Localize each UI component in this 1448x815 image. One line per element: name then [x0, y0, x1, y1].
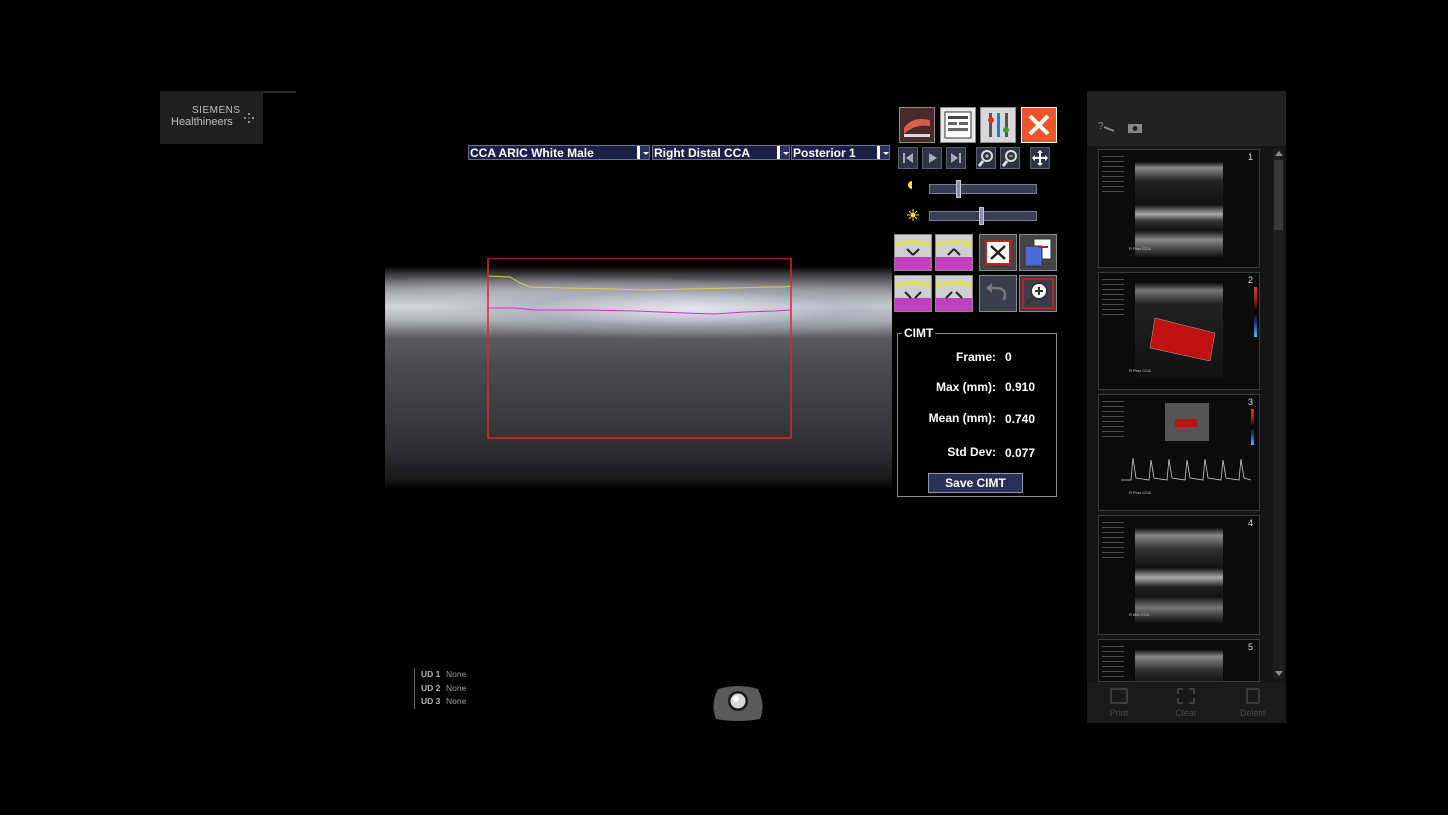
play-icon[interactable] [922, 147, 942, 169]
brightness-icon [907, 209, 919, 221]
trace-adjust-icon[interactable] [894, 234, 932, 271]
ultrasound-overlay [487, 258, 792, 439]
std-dev-value: 0.077 [1005, 446, 1036, 460]
contrast-slider[interactable] [929, 184, 1037, 194]
std-dev-label: Std Dev: [947, 445, 996, 459]
ud-row: UD 2 None [421, 682, 467, 693]
color-scale-bar [1254, 287, 1257, 337]
upper-trace-line[interactable] [487, 275, 792, 291]
roi-box[interactable] [487, 258, 792, 439]
clear-button[interactable]: Clear [1161, 688, 1211, 718]
help-icon[interactable]: ? [1098, 119, 1116, 133]
frame-value: 0 [1005, 350, 1012, 364]
protocol-dropdown-value: CCA ARIC White Male [470, 146, 594, 160]
lower-trace-line[interactable] [488, 307, 792, 315]
svg-text:?: ? [1098, 121, 1104, 132]
vessel-segment-dropdown[interactable]: Right Distal CCA [652, 145, 790, 160]
color-doppler-box [1175, 419, 1197, 427]
thumbnail-number: 1 [1247, 152, 1253, 162]
logo-line1: SIEMENS [192, 105, 241, 116]
pan-icon[interactable] [1030, 147, 1050, 169]
chevron-down-icon[interactable] [877, 146, 889, 159]
brightness-slider-thumb[interactable] [979, 207, 985, 225]
print-button[interactable]: Print [1094, 688, 1144, 718]
trace-adjust-icon[interactable] [894, 275, 932, 312]
zoom-in-icon[interactable] [976, 147, 996, 169]
report-icon[interactable] [940, 107, 976, 143]
zoom-out-icon[interactable] [1000, 147, 1020, 169]
undo-icon[interactable] [979, 275, 1017, 312]
delete-trace-icon[interactable] [979, 234, 1017, 271]
chevron-down-icon[interactable] [777, 146, 789, 159]
trace-adjust-icon[interactable] [935, 275, 973, 312]
vessel-icon[interactable] [899, 107, 935, 143]
scroll-down-icon[interactable] [1275, 671, 1283, 676]
close-icon[interactable] [1021, 107, 1057, 143]
trash-icon [1246, 688, 1260, 704]
delete-button[interactable]: Delete [1228, 688, 1278, 718]
thumbnail-4[interactable]: 4 R Mid CCA [1098, 515, 1260, 635]
last-frame-icon[interactable] [946, 147, 966, 169]
thumbnail-2[interactable]: 2 R Prox CCA [1098, 272, 1260, 390]
print-label: Print [1109, 708, 1129, 718]
protocol-dropdown[interactable]: CCA ARIC White Male [468, 145, 650, 160]
thumbnail-label: R Prox CCA [1129, 368, 1151, 373]
clear-icon [1177, 688, 1195, 704]
header-line [263, 91, 296, 93]
thumbnail-image [1135, 528, 1223, 623]
vessel-segment-dropdown-value: Right Distal CCA [654, 146, 750, 160]
thumbnail-3[interactable]: 3 R Prox CCA [1098, 394, 1260, 511]
printer-icon [1110, 688, 1128, 704]
clear-label: Clear [1175, 708, 1197, 718]
mean-value: 0.740 [1005, 412, 1036, 426]
cimt-title: CIMT [902, 326, 936, 340]
thumbnail-image [1135, 162, 1223, 257]
delete-label: Delete [1239, 708, 1266, 718]
thumbnail-number: 4 [1247, 518, 1253, 528]
color-scale-bar [1251, 409, 1254, 445]
save-cimt-button[interactable]: Save CIMT [928, 473, 1023, 493]
color-doppler-box [1149, 317, 1216, 362]
first-frame-icon[interactable] [898, 147, 918, 169]
thumbnail-5[interactable]: 5 [1098, 639, 1260, 682]
siemens-healthineers-logo: SIEMENS Healthineers [160, 91, 263, 144]
logo-dots-icon [244, 113, 254, 123]
chevron-down-icon[interactable] [637, 146, 649, 159]
thumbnail-number: 5 [1247, 642, 1253, 652]
max-label: Max (mm): [935, 380, 996, 394]
frame-label: Frame: [955, 350, 996, 364]
thumbnail-label: R Prox CCA [1129, 490, 1151, 495]
zoom-region-icon[interactable] [1019, 275, 1057, 312]
gallery-scroll-thumb[interactable] [1274, 160, 1283, 230]
thumbnail-number: 2 [1247, 275, 1253, 285]
thumbnail-image [1135, 650, 1223, 681]
spectral-doppler-waveform [1121, 457, 1251, 481]
gallery-header [1087, 91, 1286, 146]
mean-label: Mean (mm): [928, 411, 996, 425]
thumbnail-label: R Mid CCA [1129, 612, 1150, 617]
ud-row: UD 1 None [421, 669, 467, 679]
ud-row: UD 3 None [421, 696, 467, 706]
contrast-slider-thumb[interactable] [955, 180, 961, 198]
trackball-icon [713, 686, 763, 721]
wall-dropdown[interactable]: Posterior 1 [791, 145, 890, 160]
tools-icon[interactable] [980, 107, 1016, 143]
logo-line2: Healthineers [171, 116, 233, 128]
ud-legend: UD 1 None UD 2 None UD 3 None [414, 668, 466, 709]
camera-icon[interactable] [1128, 122, 1144, 134]
contrast-icon [908, 181, 912, 189]
max-value: 0.910 [1005, 380, 1036, 394]
copy-icon[interactable] [1019, 234, 1057, 271]
thumbnail-number: 3 [1247, 397, 1253, 407]
thumbnail-label: R Prox CCA [1129, 246, 1151, 251]
thumbnail-1[interactable]: 1 R Prox CCA [1098, 149, 1260, 268]
wall-dropdown-value: Posterior 1 [793, 146, 856, 160]
trace-adjust-icon[interactable] [935, 234, 973, 271]
scroll-up-icon[interactable] [1275, 151, 1283, 156]
